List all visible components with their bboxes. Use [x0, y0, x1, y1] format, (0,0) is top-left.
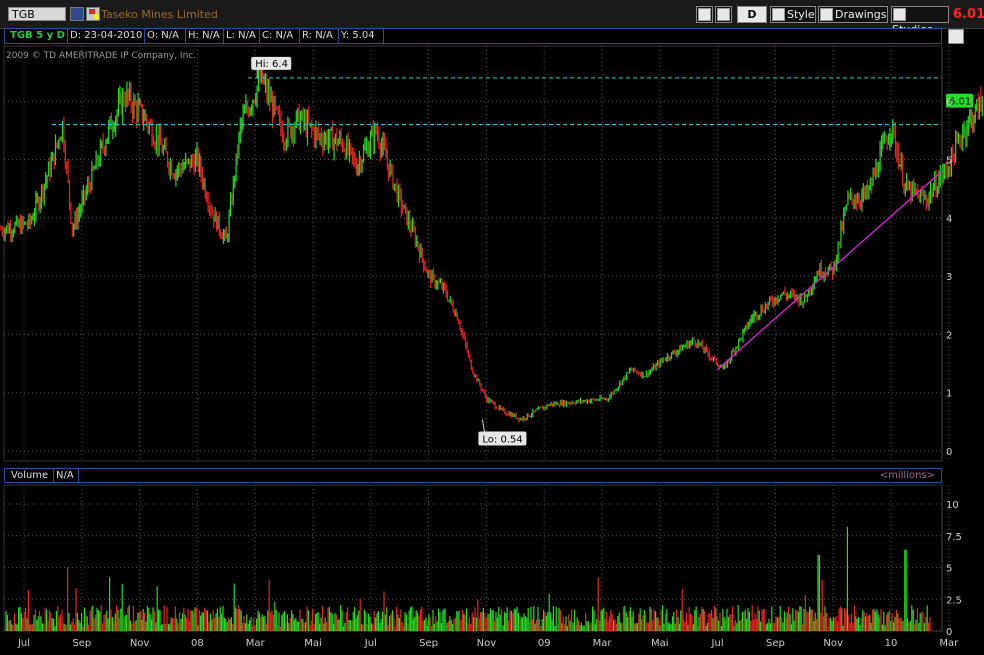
volume-units: <millions>: [879, 470, 935, 481]
volume-y-axis: 0 2.5 5 7.5 10: [941, 485, 962, 638]
price-y-tick-2: 2: [946, 330, 952, 341]
x-tick-3: 08: [191, 638, 204, 649]
price-y-tick-4: 4: [946, 214, 952, 225]
x-axis: Jul Sep Nov 08 Mar Mai Jul Sep Nov 09 Mar Mai Jul Sep…: [17, 638, 959, 649]
price-y-tick-3: 3: [946, 272, 952, 283]
price-y-axis: 0 1 2 3 4 5 6: [941, 46, 952, 461]
price-candles: [0, 61, 983, 423]
x-tick-9: 09: [538, 638, 551, 649]
x-tick-1: Sep: [72, 638, 91, 649]
volume-bars: [5, 526, 931, 631]
price-y-tick-5: 5: [946, 156, 952, 167]
x-tick-6: Jul: [364, 638, 377, 649]
volume-header: Volume N/A <millions>: [4, 468, 942, 483]
x-tick-13: Sep: [766, 638, 785, 649]
price-y-tick-1: 1: [946, 389, 952, 400]
x-tick-4: Mar: [246, 638, 266, 649]
price-y-tick-6: 6: [946, 97, 952, 108]
x-tick-11: Mai: [651, 638, 669, 649]
price-grid: [3, 45, 950, 462]
x-tick-8: Nov: [477, 638, 497, 649]
volume-y-tick-2: 5: [946, 564, 952, 575]
lo-label: Lo: 0.54: [482, 435, 522, 446]
x-tick-12: Jul: [711, 638, 724, 649]
volume-y-tick-0: 0: [946, 627, 952, 638]
x-tick-16: Mar: [939, 638, 959, 649]
x-tick-15: 10: [885, 638, 898, 649]
trendline[interactable]: [717, 170, 943, 370]
x-tick-10: Mar: [593, 638, 613, 649]
hi-label: Hi: 6.4: [255, 59, 288, 70]
x-tick-0: Jul: [17, 638, 30, 649]
volume-y-tick-1: 2.5: [946, 595, 962, 606]
volume-y-tick-4: 10: [946, 500, 959, 511]
price-overlays: Hi: 6.4Lo: 0.546.01: [52, 56, 973, 446]
x-tick-2: Nov: [130, 638, 150, 649]
x-tick-14: Nov: [823, 638, 843, 649]
volume-grid: [3, 484, 950, 632]
price-chart[interactable]: Hi: 6.4Lo: 0.546.01 0123456: [0, 0, 984, 465]
volume-label: Volume: [11, 470, 49, 481]
x-tick-7: Sep: [419, 638, 438, 649]
x-tick-5: Mai: [304, 638, 322, 649]
price-y-tick-0: 0: [946, 447, 952, 458]
volume-y-tick-3: 7.5: [946, 532, 962, 543]
volume-value: N/A: [56, 470, 74, 481]
